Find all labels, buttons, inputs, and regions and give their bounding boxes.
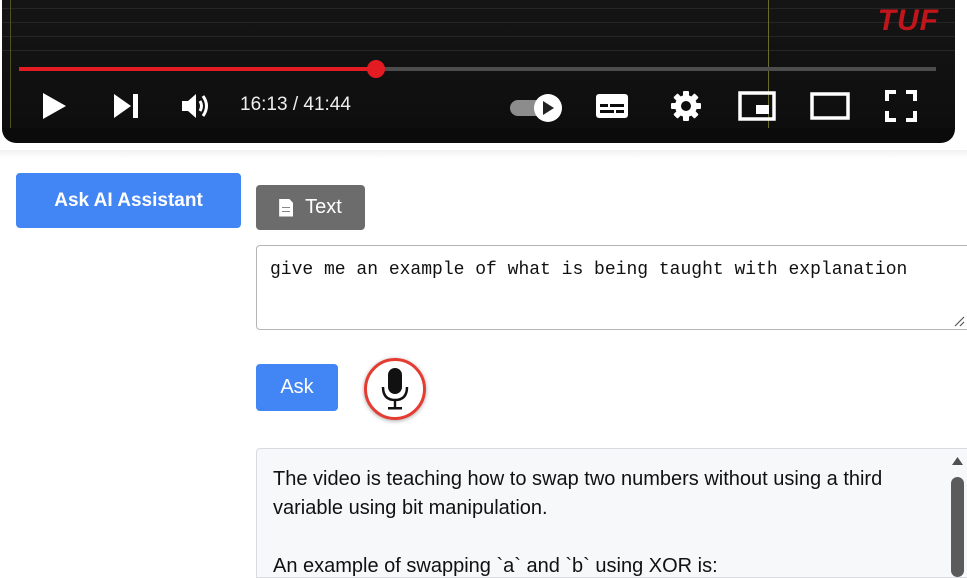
channel-watermark: TUF: [877, 4, 939, 37]
miniplayer-button[interactable]: [736, 88, 778, 124]
answer-panel: The video is teaching how to swap two nu…: [256, 448, 967, 578]
autoplay-knob: [534, 94, 562, 122]
volume-button[interactable]: [176, 88, 216, 124]
answer-text: The video is teaching how to swap two nu…: [273, 465, 933, 577]
answer-paragraph: An example of swapping `a` and `b` using…: [273, 555, 718, 577]
theater-mode-icon: [810, 92, 850, 120]
miniplayer-icon: [738, 91, 776, 121]
autoplay-toggle[interactable]: [510, 94, 566, 122]
play-button[interactable]: [36, 88, 72, 124]
gear-icon: [671, 91, 701, 121]
resize-grip-icon[interactable]: [953, 315, 965, 327]
volume-icon: [182, 94, 208, 118]
settings-button[interactable]: [666, 88, 706, 124]
document-icon: [279, 198, 294, 217]
ask-ai-assistant-button[interactable]: Ask AI Assistant: [16, 173, 241, 228]
microphone-icon: [381, 368, 409, 410]
question-input[interactable]: give me an example of what is being taug…: [256, 245, 967, 330]
scroll-up-arrow-icon[interactable]: [951, 455, 964, 467]
video-player[interactable]: TUF 16:13 / 41:44: [2, 0, 955, 143]
theater-mode-button[interactable]: [808, 88, 852, 124]
text-mode-label: Text: [305, 196, 342, 218]
progress-bar[interactable]: [19, 60, 936, 78]
text-mode-button[interactable]: Text: [256, 185, 365, 230]
next-button[interactable]: [106, 88, 146, 124]
ask-button[interactable]: Ask: [256, 364, 338, 411]
play-small-icon: [543, 101, 554, 115]
fullscreen-icon: [885, 90, 917, 122]
panel-divider: [0, 150, 967, 158]
captions-button[interactable]: [592, 88, 632, 124]
progress-scrubber[interactable]: [366, 60, 385, 78]
subtitles-icon: [596, 94, 628, 118]
fullscreen-button[interactable]: [882, 88, 920, 124]
microphone-button[interactable]: [364, 358, 426, 420]
play-icon: [43, 93, 66, 119]
time-readout: 16:13 / 41:44: [240, 94, 351, 115]
answer-scrollbar-thumb[interactable]: [951, 477, 964, 577]
answer-paragraph: The video is teaching how to swap two nu…: [273, 468, 883, 519]
skip-next-icon: [114, 94, 138, 118]
question-text: give me an example of what is being taug…: [270, 260, 908, 280]
progress-played: [19, 67, 376, 71]
